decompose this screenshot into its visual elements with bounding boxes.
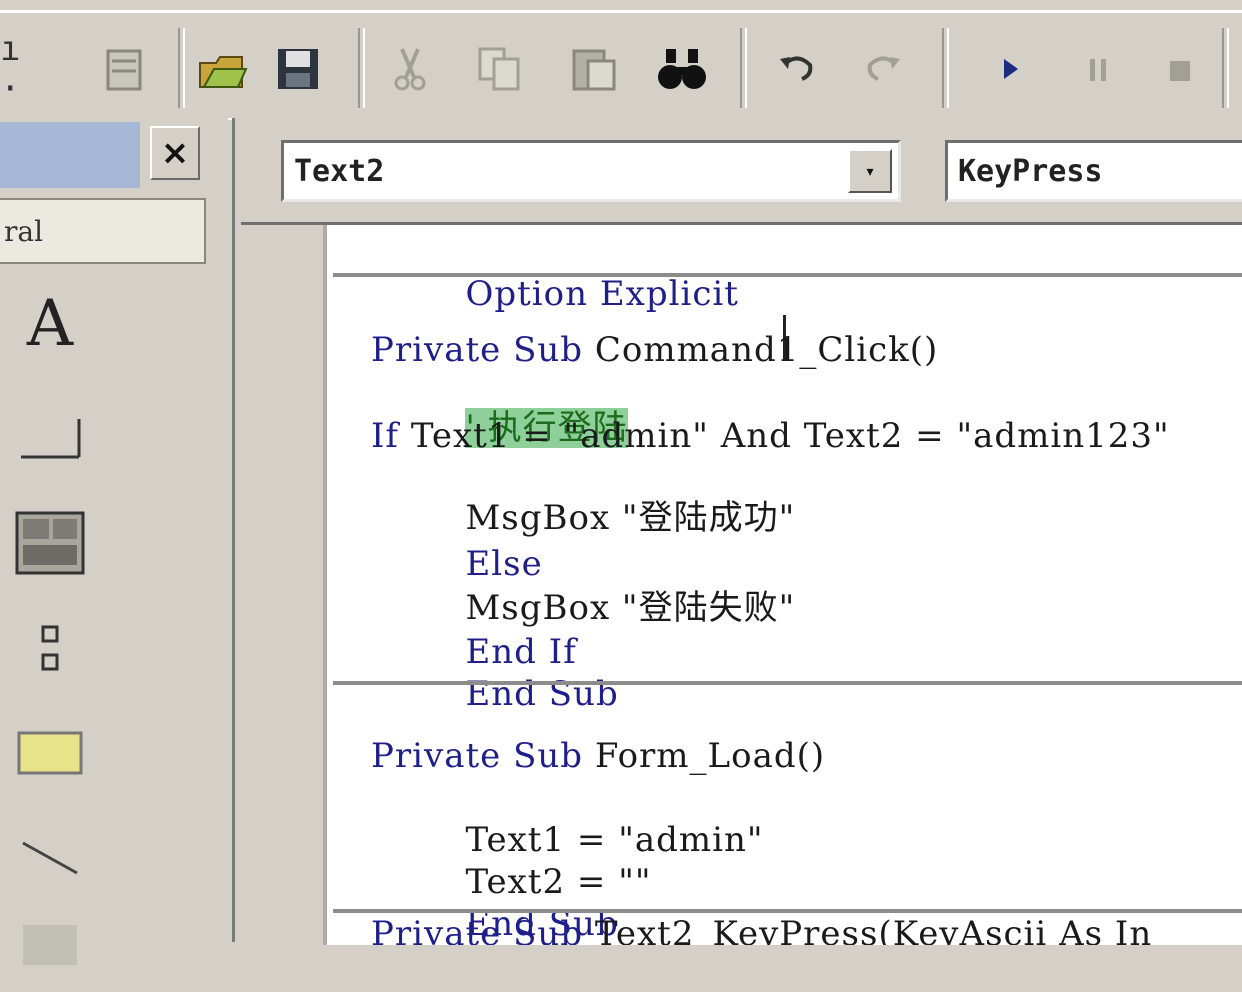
label-tool-icon: A bbox=[26, 287, 74, 361]
object-dropdown[interactable]: Text2 ▾ bbox=[281, 140, 901, 202]
code-line[interactable]: End Sub bbox=[371, 637, 619, 751]
save-project-button[interactable] bbox=[268, 34, 328, 104]
procedure-separator bbox=[333, 273, 1242, 277]
procedure-separator bbox=[333, 909, 1242, 913]
copy-button[interactable] bbox=[470, 34, 530, 104]
chevron-down-icon: ▾ bbox=[864, 160, 876, 182]
code-window: Text2 ▾ KeyPress Option Explicit Private… bbox=[232, 118, 1242, 945]
paste-icon bbox=[572, 49, 616, 91]
run-button[interactable] bbox=[980, 34, 1040, 104]
cut-icon bbox=[394, 48, 426, 91]
procedure-dropdown[interactable]: KeyPress bbox=[945, 140, 1242, 202]
procedure-dropdown-value: KeyPress bbox=[958, 153, 1103, 189]
frame-tool-icon bbox=[17, 731, 83, 775]
code-text-area[interactable]: Option Explicit Private Sub Command1_Cli… bbox=[333, 225, 1242, 945]
cut-button[interactable] bbox=[380, 34, 440, 104]
label-tool[interactable]: A bbox=[10, 284, 90, 364]
object-dropdown-arrow[interactable]: ▾ bbox=[848, 149, 892, 193]
toolbox-tab-general[interactable]: ral bbox=[0, 198, 206, 264]
menu-editor-icon bbox=[106, 49, 142, 91]
standard-toolbar: ı · bbox=[0, 0, 1242, 120]
procedure-separator bbox=[333, 681, 1242, 685]
save-project-icon bbox=[278, 49, 318, 89]
add-form-button[interactable]: ı · bbox=[0, 29, 60, 109]
run-icon bbox=[1004, 59, 1018, 79]
find-icon bbox=[658, 49, 706, 89]
code-editor[interactable]: Option Explicit Private Sub Command1_Cli… bbox=[241, 222, 1242, 945]
redo-icon bbox=[867, 56, 900, 81]
open-project-button[interactable] bbox=[192, 34, 252, 104]
toolbar-top-border bbox=[0, 10, 1242, 13]
undo-button[interactable] bbox=[768, 34, 828, 104]
line-tool[interactable] bbox=[10, 818, 90, 898]
pause-button[interactable] bbox=[1068, 34, 1128, 104]
toolbox-title-bar[interactable] bbox=[0, 122, 140, 188]
toolbar-separator bbox=[178, 28, 185, 108]
command-button-tool-icon bbox=[15, 511, 85, 575]
toolbar-separator bbox=[740, 28, 747, 108]
checkbox-tool-icon bbox=[41, 625, 59, 671]
open-project-icon bbox=[199, 56, 248, 88]
stop-button[interactable] bbox=[1150, 34, 1210, 104]
textbox-tool-icon bbox=[21, 419, 81, 459]
toolbar-separator bbox=[1222, 28, 1229, 108]
toolbar-separator bbox=[942, 28, 949, 108]
code-margin[interactable] bbox=[241, 225, 327, 945]
shape-tool-icon bbox=[23, 925, 77, 965]
stop-icon bbox=[1170, 61, 1190, 81]
add-form-icon: ı · bbox=[0, 29, 21, 109]
code-line[interactable]: Private Sub Form_Load() bbox=[371, 737, 825, 775]
find-button[interactable] bbox=[652, 34, 712, 104]
close-toolbox-button[interactable]: × bbox=[150, 126, 200, 180]
code-line[interactable]: Private Sub Command1_Click() bbox=[371, 331, 938, 369]
line-tool-icon bbox=[22, 841, 78, 875]
pause-icon bbox=[1090, 59, 1106, 81]
menu-editor-button[interactable] bbox=[94, 34, 154, 104]
command-button-tool[interactable] bbox=[10, 504, 90, 584]
checkbox-tool[interactable] bbox=[10, 610, 90, 690]
toolbox-panel: × ral A bbox=[0, 118, 228, 965]
object-dropdown-value: Text2 bbox=[294, 153, 385, 189]
toolbar-separator bbox=[358, 28, 365, 108]
toolbox-tab-label: ral bbox=[4, 214, 44, 248]
undo-icon bbox=[780, 56, 813, 81]
code-line[interactable]: Private Sub Text2_KeyPress(KeyAscii As I… bbox=[371, 915, 1152, 945]
shape-tool[interactable] bbox=[10, 912, 90, 992]
textbox-tool[interactable] bbox=[10, 398, 90, 478]
code-line[interactable]: If Text1 = "admin" And Text2 = "admin123… bbox=[371, 417, 1170, 455]
frame-tool[interactable] bbox=[10, 714, 90, 794]
paste-button[interactable] bbox=[564, 34, 624, 104]
copy-icon bbox=[478, 47, 520, 91]
close-icon: × bbox=[160, 133, 190, 173]
redo-button[interactable] bbox=[852, 34, 912, 104]
